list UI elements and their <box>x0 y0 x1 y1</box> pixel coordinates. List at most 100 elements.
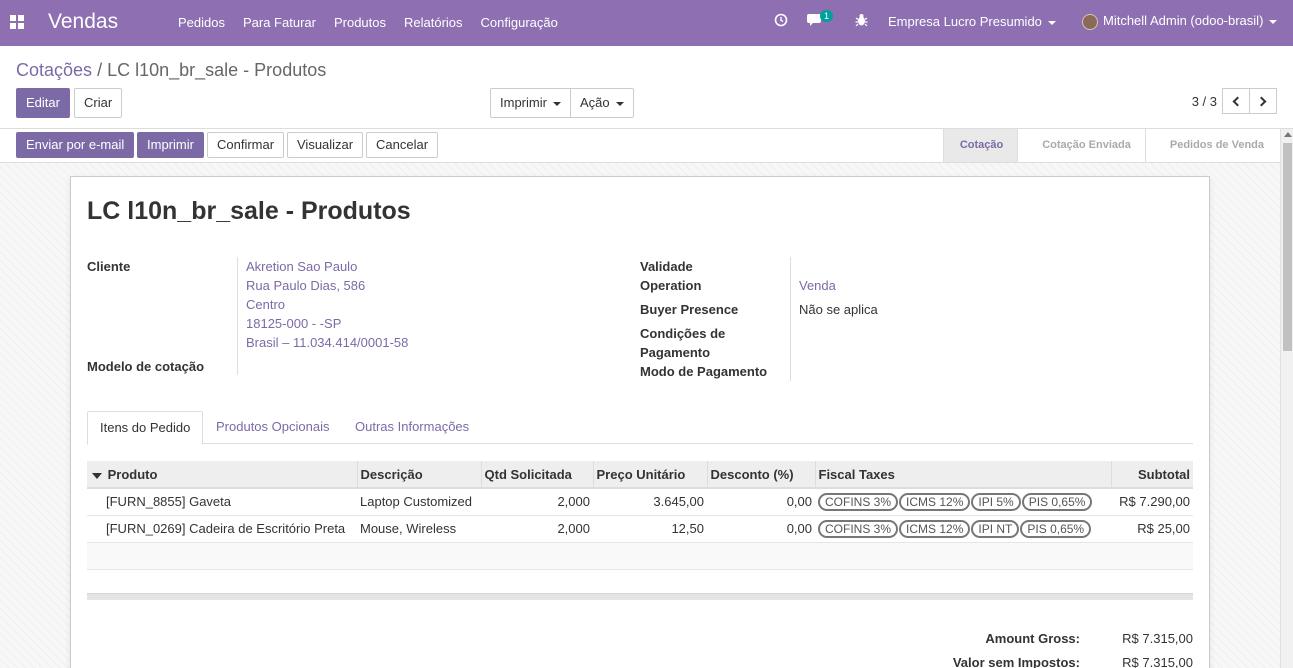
quotation-template-label: Modelo de cotação <box>87 359 205 374</box>
debug-bug-icon[interactable] <box>855 13 868 30</box>
notebook-tabs: Itens do Pedido Produtos Opcionais Outra… <box>87 411 1193 445</box>
cell-subtotal: R$ 7.290,00 <box>1111 488 1193 516</box>
buyer-presence-value[interactable]: Não se aplica <box>799 302 878 317</box>
chevron-down-icon <box>615 101 624 106</box>
column-header-preco[interactable]: Preço Unitário <box>593 461 708 489</box>
cancel-button[interactable]: Cancelar <box>366 132 439 158</box>
confirm-button[interactable]: Confirmar <box>207 132 285 158</box>
cell-fiscal-taxes: COFINS 3% ICMS 12% IPI NT PIS 0,65% <box>815 515 1111 543</box>
pager-previous-button[interactable] <box>1222 88 1250 114</box>
table-empty-row <box>87 542 1193 570</box>
cell-subtotal: R$ 25,00 <box>1111 515 1193 543</box>
table-header-row: Produto Descrição Qtd Solicitada Preço U… <box>87 461 1193 489</box>
activity-clock-icon[interactable] <box>774 13 788 30</box>
customer-line: Rua Paulo Dias, 586 <box>246 278 366 293</box>
field-divider <box>237 257 238 375</box>
column-header-subtotal[interactable]: Subtotal <box>1111 461 1193 489</box>
action-dropdown-label: Ação <box>579 95 610 110</box>
tax-tag: IPI NT <box>971 519 1020 538</box>
company-name: Empresa Lucro Presumido <box>888 14 1042 29</box>
create-button[interactable]: Criar <box>74 88 123 118</box>
top-navbar: Vendas Pedidos Para Faturar Produtos Rel… <box>0 0 1293 46</box>
field-divider <box>790 257 791 381</box>
customer-line: Brasil – 11.034.414/0001-58 <box>246 335 409 350</box>
main-menu: Pedidos Para Faturar Produtos Relatórios… <box>178 15 576 30</box>
tax-tag: IPI 5% <box>971 492 1021 511</box>
menu-item-produtos[interactable]: Produtos <box>334 15 386 30</box>
pager: 3 / 3 <box>1192 88 1277 114</box>
menu-item-pedidos[interactable]: Pedidos <box>178 15 225 30</box>
cell-product: [FURN_8855] Gaveta <box>87 488 357 516</box>
tab-itens-do-pedido[interactable]: Itens do Pedido <box>87 411 204 445</box>
cell-fiscal-taxes: COFINS 3% ICMS 12% IPI 5% PIS 0,65% <box>815 488 1111 516</box>
user-menu[interactable]: Mitchell Admin (odoo-brasil) <box>1082 13 1278 30</box>
scroll-up-arrow-icon[interactable] <box>1284 132 1292 137</box>
column-header-produto[interactable]: Produto <box>87 461 358 489</box>
customer-label: Cliente <box>87 259 131 274</box>
tax-tag: ICMS 12% <box>899 519 971 538</box>
column-header-desconto[interactable]: Desconto (%) <box>707 461 816 489</box>
breadcrumb-cotacoes[interactable]: Cotações <box>16 60 92 80</box>
form-sheet: LC l10n_br_sale - Produtos Cliente Akret… <box>70 176 1210 668</box>
column-header-qtd[interactable]: Qtd Solicitada <box>481 461 594 489</box>
menu-item-configuracao[interactable]: Configuração <box>481 15 558 30</box>
payment-mode-label: Modo de Pagamento <box>640 364 768 379</box>
stage-pedidos-de-venda[interactable]: Pedidos de Venda <box>1144 129 1278 162</box>
scrollbar-thumb[interactable] <box>1283 143 1292 351</box>
page-scrollbar[interactable] <box>1280 129 1293 668</box>
company-switcher[interactable]: Empresa Lucro Presumido <box>888 14 1056 29</box>
customer-address[interactable]: Akretion Sao Paulo Rua Paulo Dias, 586 C… <box>246 257 408 352</box>
tab-produtos-opcionais[interactable]: Produtos Opcionais <box>204 411 341 444</box>
send-email-button[interactable]: Enviar por e-mail <box>16 132 135 158</box>
user-name: Mitchell Admin (odoo-brasil) <box>1103 13 1264 28</box>
cell-price: 12,50 <box>593 515 707 543</box>
preview-button[interactable]: Visualizar <box>287 132 364 158</box>
apps-menu-icon[interactable] <box>10 15 24 29</box>
cell-price: 3.645,00 <box>593 488 707 516</box>
column-header-label: Produto <box>107 466 158 482</box>
edit-button[interactable]: Editar <box>16 88 70 118</box>
chevron-right-icon <box>1256 96 1267 106</box>
print-button[interactable]: Imprimir <box>137 132 204 158</box>
stage-pipeline: Cotação Cotação Enviada Pedidos de Venda <box>942 129 1278 162</box>
table-row[interactable]: [FURN_8855] Gaveta Laptop Customized 2,0… <box>87 488 1193 516</box>
column-header-fiscal-taxes[interactable]: Fiscal Taxes <box>815 461 1112 489</box>
buyer-presence-label: Buyer Presence <box>640 302 739 317</box>
chevron-down-icon <box>552 101 561 106</box>
breadcrumb-separator: / <box>97 60 103 80</box>
pager-next-button[interactable] <box>1249 88 1277 114</box>
messages-chat-icon[interactable]: 1 <box>807 10 834 30</box>
page-title: LC l10n_br_sale - Produtos <box>87 197 411 225</box>
breadcrumb: Cotações / LC l10n_br_sale - Produtos <box>16 60 326 81</box>
cell-discount: 0,00 <box>707 488 815 516</box>
tab-outras-informacoes[interactable]: Outras Informações <box>343 411 481 444</box>
chevron-down-icon <box>1269 19 1278 24</box>
chevron-left-icon <box>1232 96 1243 106</box>
column-header-descricao[interactable]: Descrição <box>357 461 482 489</box>
app-brand[interactable]: Vendas <box>48 10 118 34</box>
stage-cotacao[interactable]: Cotação <box>942 129 1018 162</box>
order-lines-table: Produto Descrição Qtd Solicitada Preço U… <box>87 461 1193 570</box>
payment-terms-label-2: Pagamento <box>640 345 711 360</box>
action-dropdown[interactable]: Ação <box>569 89 633 117</box>
menu-item-relatorios[interactable]: Relatórios <box>404 15 463 30</box>
cell-description: Laptop Customized <box>357 488 481 516</box>
untaxed-amount-value: R$ 7.315,00 <box>1122 655 1193 668</box>
tax-tag: PIS 0,65% <box>1021 492 1093 511</box>
avatar <box>1082 13 1098 30</box>
pager-value[interactable]: 3 / 3 <box>1192 94 1217 109</box>
stage-cotacao-enviada[interactable]: Cotação Enviada <box>1017 129 1145 162</box>
table-row[interactable]: [FURN_0269] Cadeira de Escritório Preta … <box>87 515 1193 543</box>
operation-value[interactable]: Venda <box>799 276 836 295</box>
tax-tag: ICMS 12% <box>899 492 971 511</box>
breadcrumb-current: LC l10n_br_sale - Produtos <box>107 60 327 80</box>
amount-gross-value: R$ 7.315,00 <box>1122 631 1193 646</box>
menu-item-para-faturar[interactable]: Para Faturar <box>243 15 316 30</box>
customer-line: Akretion Sao Paulo <box>246 259 358 274</box>
print-dropdown-label: Imprimir <box>500 95 547 110</box>
table-footer <box>87 593 1193 600</box>
cell-product: [FURN_0269] Cadeira de Escritório Preta <box>87 515 357 543</box>
cell-qty: 2,000 <box>481 515 593 543</box>
cell-description: Mouse, Wireless <box>357 515 481 543</box>
print-dropdown[interactable]: Imprimir <box>491 89 570 117</box>
